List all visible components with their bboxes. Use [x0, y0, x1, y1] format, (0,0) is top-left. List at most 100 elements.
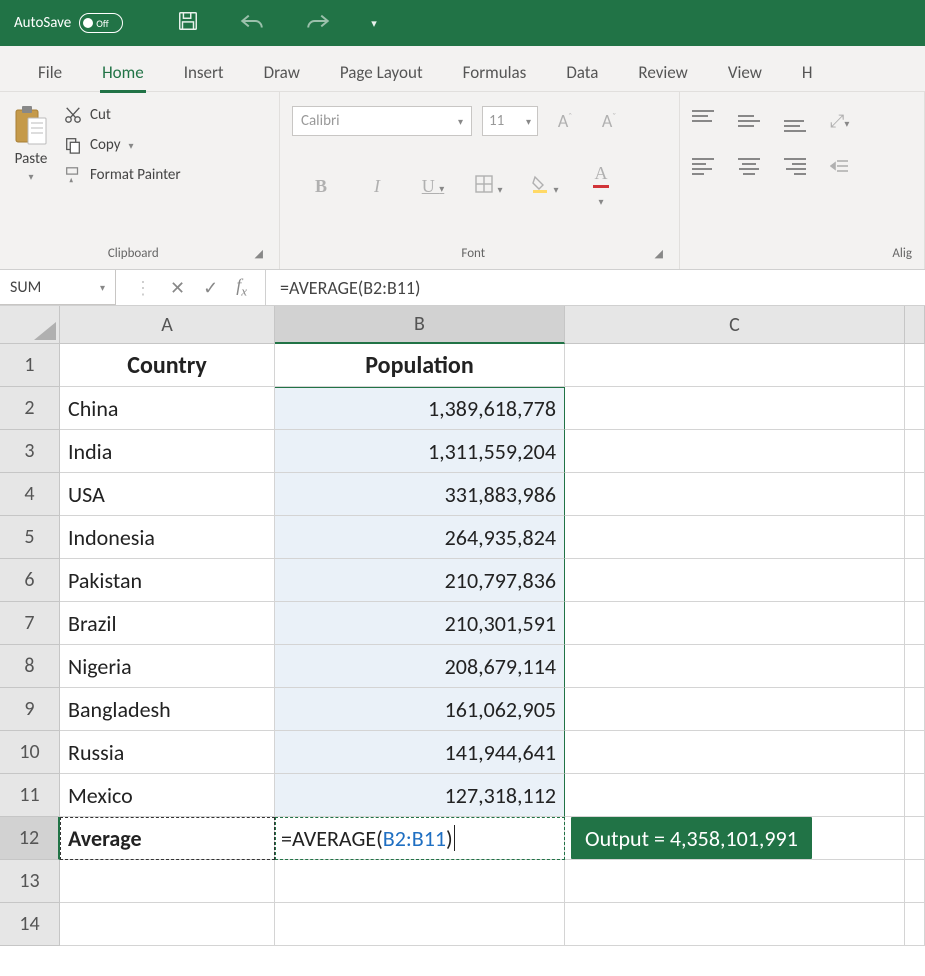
cell-b8[interactable]: 208,679,114 [275, 645, 565, 688]
cell-b4[interactable]: 331,883,986 [275, 473, 565, 516]
tab-page-layout[interactable]: Page Layout [320, 54, 443, 91]
fill-color-button[interactable]: ▾ [528, 175, 562, 198]
cell-a12[interactable]: Average [60, 817, 275, 860]
cell-overflow[interactable] [905, 473, 925, 516]
cell-b9[interactable]: 161,062,905 [275, 688, 565, 731]
cell-b5[interactable]: 264,935,824 [275, 516, 565, 559]
font-name-selector[interactable]: Calibri ▾ [292, 106, 472, 136]
cell-overflow[interactable] [905, 903, 925, 946]
cell-a3[interactable]: India [60, 430, 275, 473]
cell-c11[interactable] [565, 774, 905, 817]
cell-a13[interactable] [60, 860, 275, 903]
row-header-7[interactable]: 7 [0, 602, 60, 645]
column-header-c[interactable]: C [565, 306, 905, 344]
split-handle-icon[interactable]: ⋮ [134, 277, 152, 299]
dialog-launcher-icon[interactable]: ◢ [655, 247, 667, 260]
cell-c6[interactable] [565, 559, 905, 602]
row-header-5[interactable]: 5 [0, 516, 60, 559]
cell-c9[interactable] [565, 688, 905, 731]
paste-button[interactable]: Paste ▾ [12, 100, 50, 183]
cell-a8[interactable]: Nigeria [60, 645, 275, 688]
cell-overflow[interactable] [905, 344, 925, 387]
column-header-a[interactable]: A [60, 306, 275, 344]
format-painter-button[interactable]: Format Painter [64, 166, 181, 184]
cell-a1[interactable]: Country [60, 344, 275, 387]
tab-data[interactable]: Data [546, 54, 618, 91]
insert-function-icon[interactable]: fx [236, 275, 247, 300]
tab-home[interactable]: Home [82, 54, 164, 91]
cell-overflow[interactable] [905, 559, 925, 602]
row-header-14[interactable]: 14 [0, 903, 60, 946]
cell-a10[interactable]: Russia [60, 731, 275, 774]
decrease-indent-icon[interactable] [830, 158, 850, 180]
tab-formulas[interactable]: Formulas [443, 54, 547, 91]
tab-file[interactable]: File [18, 54, 82, 91]
dialog-launcher-icon[interactable]: ◢ [255, 247, 267, 260]
orientation-button[interactable]: ⤢▾ [830, 110, 849, 132]
tab-draw[interactable]: Draw [244, 54, 320, 91]
cell-overflow[interactable] [905, 860, 925, 903]
tab-overflow[interactable]: H [782, 54, 833, 91]
cell-b1[interactable]: Population [275, 344, 565, 387]
column-header-b[interactable]: B [275, 306, 565, 344]
cell-b10[interactable]: 141,944,641 [275, 731, 565, 774]
name-box[interactable]: SUM ▾ [0, 270, 116, 305]
cell-overflow[interactable] [905, 516, 925, 559]
cell-b12-active[interactable]: =AVERAGE(B2:B11) [275, 817, 565, 860]
row-header-12[interactable]: 12 [0, 817, 60, 860]
cell-a6[interactable]: Pakistan [60, 559, 275, 602]
undo-icon[interactable] [239, 11, 265, 35]
row-header-2[interactable]: 2 [0, 387, 60, 430]
cell-b2[interactable]: 1,389,618,778 [275, 387, 565, 430]
cut-button[interactable]: Cut [64, 106, 181, 124]
cell-b13[interactable] [275, 860, 565, 903]
save-icon[interactable] [177, 10, 199, 36]
toggle-switch[interactable]: Off [79, 13, 123, 33]
row-header-1[interactable]: 1 [0, 344, 60, 387]
cell-a9[interactable]: Bangladesh [60, 688, 275, 731]
cell-c8[interactable] [565, 645, 905, 688]
tab-view[interactable]: View [708, 54, 782, 91]
chevron-down-icon[interactable]: ▾ [28, 170, 33, 183]
cell-a2[interactable]: China [60, 387, 275, 430]
cell-c14[interactable] [565, 903, 905, 946]
cell-c5[interactable] [565, 516, 905, 559]
autosave-toggle[interactable]: AutoSave Off [14, 13, 123, 33]
row-header-13[interactable]: 13 [0, 860, 60, 903]
align-top-icon[interactable] [692, 110, 714, 132]
tab-insert[interactable]: Insert [164, 54, 244, 91]
customize-qat-icon[interactable]: ▾ [371, 17, 377, 30]
enter-icon[interactable]: ✓ [203, 277, 218, 299]
cell-b7[interactable]: 210,301,591 [275, 602, 565, 645]
row-header-11[interactable]: 11 [0, 774, 60, 817]
cell-a4[interactable]: USA [60, 473, 275, 516]
align-middle-icon[interactable] [738, 110, 760, 132]
row-header-4[interactable]: 4 [0, 473, 60, 516]
chevron-down-icon[interactable]: ▾ [129, 139, 134, 152]
cell-a14[interactable] [60, 903, 275, 946]
cancel-icon[interactable]: ✕ [170, 277, 185, 299]
cell-c3[interactable] [565, 430, 905, 473]
cell-overflow[interactable] [905, 688, 925, 731]
redo-icon[interactable] [305, 11, 331, 35]
cell-overflow[interactable] [905, 430, 925, 473]
cell-overflow[interactable] [905, 645, 925, 688]
cell-b3[interactable]: 1,311,559,204 [275, 430, 565, 473]
cell-overflow[interactable] [905, 387, 925, 430]
cell-c1[interactable] [565, 344, 905, 387]
cell-b14[interactable] [275, 903, 565, 946]
cell-a11[interactable]: Mexico [60, 774, 275, 817]
cell-overflow[interactable] [905, 774, 925, 817]
cell-b11[interactable]: 127,318,112 [275, 774, 565, 817]
copy-button[interactable]: Copy ▾ [64, 136, 181, 154]
row-header-6[interactable]: 6 [0, 559, 60, 602]
font-size-selector[interactable]: 11 ▾ [482, 106, 538, 136]
row-header-9[interactable]: 9 [0, 688, 60, 731]
formula-input[interactable]: =AVERAGE(B2:B11) [265, 270, 925, 305]
italic-button[interactable]: I [360, 176, 394, 197]
decrease-font-icon[interactable]: Aˇ [592, 110, 626, 132]
align-right-icon[interactable] [784, 158, 806, 180]
cell-c13[interactable] [565, 860, 905, 903]
row-header-8[interactable]: 8 [0, 645, 60, 688]
underline-button[interactable]: U ▾ [416, 176, 450, 197]
